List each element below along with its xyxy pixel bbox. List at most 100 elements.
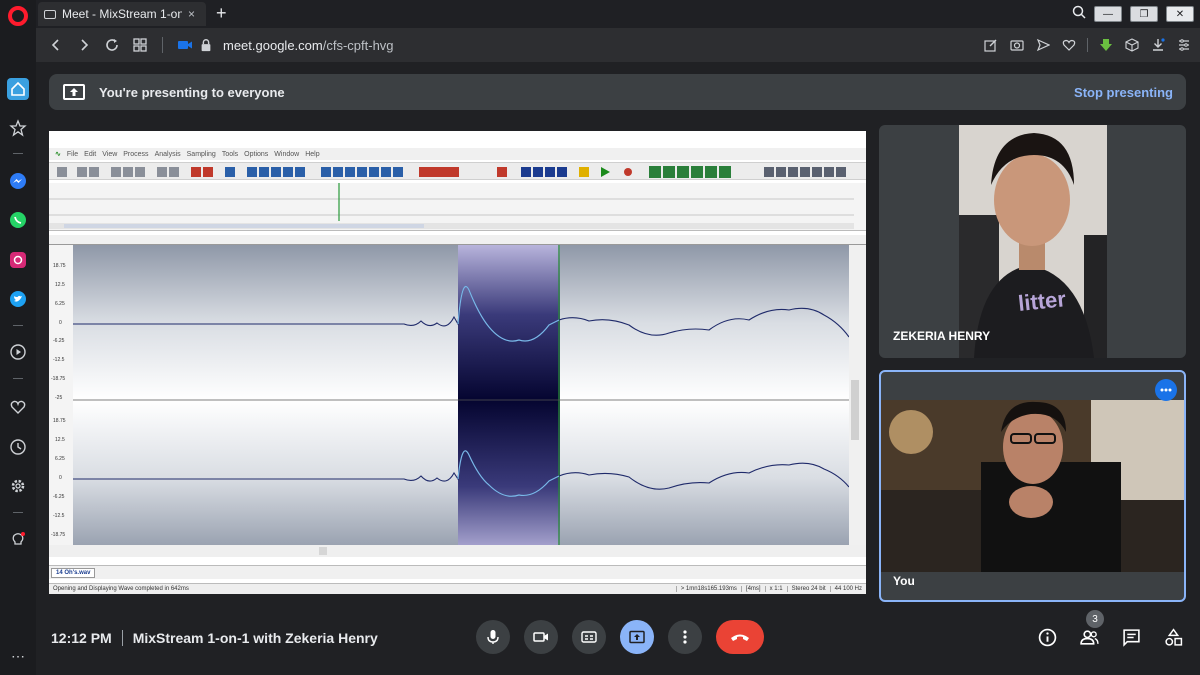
wave-label: -18.75	[51, 532, 66, 538]
microphone-button[interactable]	[476, 620, 510, 654]
camera-icon	[533, 632, 548, 642]
people-button[interactable]: 3	[1078, 610, 1104, 648]
present-now-button[interactable]	[620, 620, 654, 654]
star-icon[interactable]	[7, 117, 29, 139]
meeting-details-button[interactable]	[1036, 626, 1058, 648]
address-divider	[162, 37, 163, 53]
menu-help: Help	[305, 150, 320, 158]
opera-logo[interactable]	[8, 6, 28, 26]
participant-tile-remote[interactable]: litter ZEKERIA HENRY	[879, 125, 1186, 358]
stop-presenting-button[interactable]: Stop presenting	[1074, 85, 1173, 100]
meeting-title: MixStream 1-on-1 with Zekeria Henry	[132, 630, 378, 646]
twitter-icon[interactable]	[7, 288, 29, 310]
tab-title: Meet - MixStream 1-on-1 w	[62, 7, 182, 21]
wave-label: 12.5	[55, 282, 65, 288]
leave-call-button[interactable]	[716, 620, 764, 654]
meet-main: You're presenting to everyone Stop prese…	[36, 62, 1200, 675]
lightbulb-icon[interactable]	[7, 529, 29, 551]
url-field[interactable]: meet.google.com/cfs-cpft-hvg	[223, 38, 394, 53]
instagram-icon[interactable]	[7, 249, 29, 271]
minimize-button[interactable]: —	[1094, 6, 1122, 22]
menu-sampling: Sampling	[186, 150, 216, 158]
heart-icon[interactable]	[7, 396, 29, 418]
microphone-icon	[487, 630, 499, 644]
people-icon	[1079, 629, 1099, 645]
address-divider	[1087, 38, 1088, 52]
edit-page-icon[interactable]	[983, 37, 999, 53]
wave-label: 12.5	[55, 437, 65, 443]
status-length: [4ms]	[740, 586, 765, 592]
presenting-banner: You're presenting to everyone Stop prese…	[49, 74, 1186, 110]
url-domain: meet.google.com	[223, 37, 323, 53]
new-tab-button[interactable]: +	[216, 4, 227, 22]
wave-label: 18.75	[53, 418, 66, 424]
tab-meet[interactable]: Meet - MixStream 1-on-1 w ×	[38, 2, 206, 26]
lock-icon[interactable]	[199, 31, 213, 59]
forward-icon[interactable]	[70, 31, 98, 59]
player-icon[interactable]	[7, 341, 29, 363]
sidebar-divider	[13, 512, 23, 513]
menu-tools: Tools	[221, 150, 239, 158]
presenting-text: You're presenting to everyone	[99, 84, 285, 100]
wave-label-top: 18.75	[53, 263, 66, 269]
info-divider	[121, 630, 123, 646]
editor-toolbar	[49, 162, 866, 180]
address-bar: meet.google.com/cfs-cpft-hvg	[36, 28, 1200, 62]
more-options-menu-button[interactable]	[668, 620, 702, 654]
status-message: Opening and Displaying Wave completed in…	[53, 586, 189, 592]
tab-bar: Meet - MixStream 1-on-1 w × + — ❐ ✕	[36, 0, 1200, 28]
back-icon[interactable]	[42, 31, 70, 59]
tab-search-icon[interactable]	[1072, 5, 1086, 24]
editor-statusbar: Opening and Displaying Wave completed in…	[49, 583, 866, 594]
more-dots-icon[interactable]: ⋯	[7, 645, 29, 667]
shared-screen: ∿ File Edit View Process Analysis Sampli…	[49, 131, 866, 594]
downloads-icon[interactable]	[1150, 37, 1166, 53]
file-tab[interactable]: 14 Oh's.wav	[51, 568, 96, 578]
status-position: > 1mn18s165.193ms	[675, 586, 741, 592]
present-screen-icon	[629, 630, 645, 644]
whatsapp-icon[interactable]	[7, 209, 29, 231]
wave-label: 0	[59, 320, 62, 326]
vpn-download-icon[interactable]	[1098, 37, 1114, 53]
waveform-view[interactable]: 18.75 12.5 6.25 0 -6.25 -12.5 -18.75 -25…	[49, 245, 866, 557]
present-screen-icon	[63, 84, 85, 100]
maximize-button[interactable]: ❐	[1130, 6, 1158, 22]
snapshot-camera-icon[interactable]	[1009, 37, 1025, 53]
meet-favicon-icon	[44, 9, 56, 19]
easy-setup-menu-icon[interactable]	[1176, 37, 1192, 53]
sidebar-divider	[13, 325, 23, 326]
activities-button[interactable]	[1162, 626, 1184, 648]
more-options-button[interactable]	[1155, 379, 1177, 401]
camera-button[interactable]	[524, 620, 558, 654]
extensions-cube-icon[interactable]	[1124, 37, 1140, 53]
participant-tile-self[interactable]: You	[879, 370, 1186, 602]
editor-overview-pane[interactable]	[49, 183, 866, 231]
chat-icon	[1122, 628, 1140, 647]
send-icon[interactable]	[1035, 37, 1051, 53]
camera-indicator-icon[interactable]	[171, 31, 199, 59]
wave-label: -12.5	[53, 357, 65, 363]
people-count-badge: 3	[1086, 610, 1104, 628]
bookmark-heart-icon[interactable]	[1061, 37, 1077, 53]
svg-text:litter: litter	[1017, 286, 1067, 316]
menu-analysis: Analysis	[154, 150, 181, 158]
url-path: /cfs-cpft-hvg	[322, 37, 394, 53]
settings-gear-icon[interactable]	[7, 475, 29, 497]
wave-label: 6.25	[55, 301, 65, 307]
close-window-button[interactable]: ✕	[1166, 6, 1194, 22]
time-ruler	[49, 235, 866, 245]
tabs-grid-icon[interactable]	[126, 31, 154, 59]
chat-button[interactable]	[1120, 626, 1142, 648]
history-icon[interactable]	[7, 436, 29, 458]
captions-button[interactable]	[572, 620, 606, 654]
self-video-feed	[881, 400, 1184, 572]
vertical-dots-icon	[683, 630, 687, 644]
messenger-icon[interactable]	[7, 170, 29, 192]
menu-view: View	[102, 150, 118, 158]
menu-window: Window	[274, 150, 300, 158]
reload-icon[interactable]	[98, 31, 126, 59]
status-format: Stereo 24 bit	[786, 586, 830, 592]
tab-close-icon[interactable]: ×	[188, 7, 195, 21]
wave-label: -12.5	[53, 513, 65, 519]
home-icon[interactable]	[7, 78, 29, 100]
